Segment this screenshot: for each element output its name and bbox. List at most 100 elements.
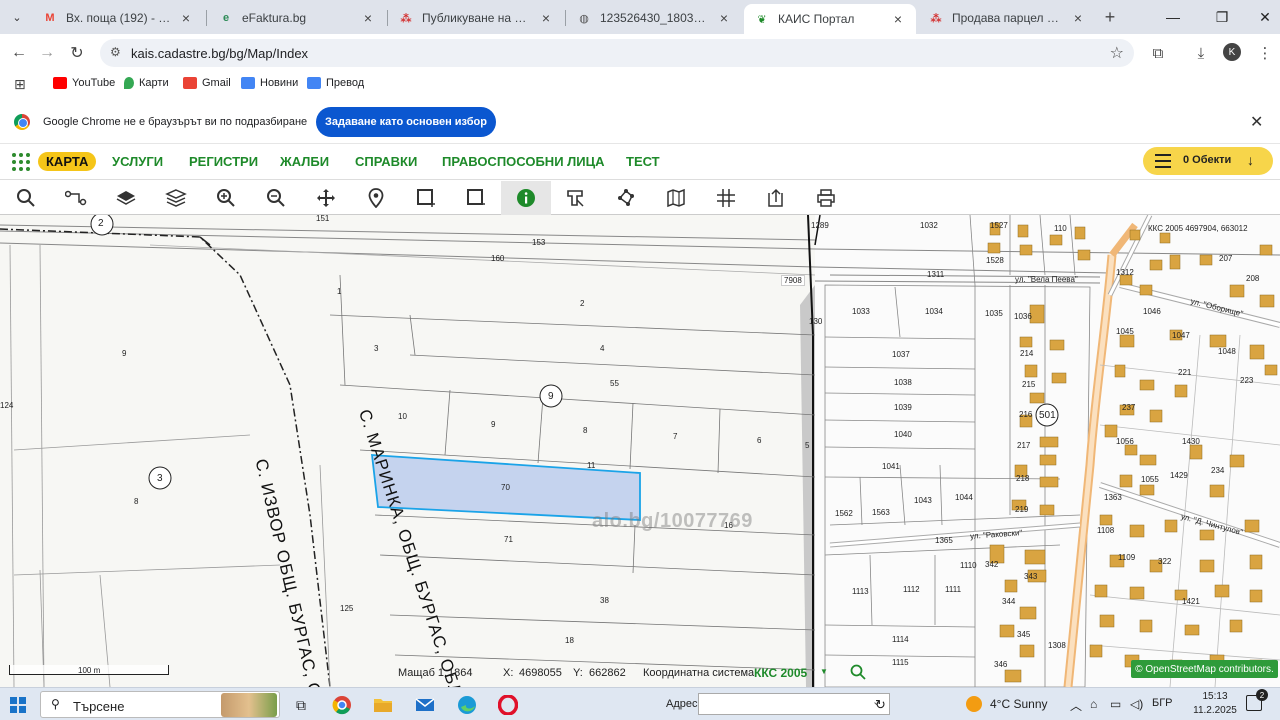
tab-kais[interactable]: ❦ КАИС Портал × (744, 4, 916, 34)
tab-search-icon[interactable]: ⌄ (6, 6, 28, 28)
scale-value[interactable]: 1864 (448, 667, 472, 679)
news-icon (241, 77, 255, 89)
bookmark-translate[interactable]: Превод (307, 77, 364, 89)
new-tab-button[interactable]: + (1100, 6, 1120, 28)
taskbar-search[interactable]: ⚲ Търсене (40, 691, 280, 718)
download-arrow-icon: ↓ (1247, 152, 1254, 168)
pan-icon[interactable] (301, 181, 351, 215)
tab-alo-publish[interactable]: ⁂ Публикуване на обява - ! × (388, 4, 564, 32)
cadastral-map[interactable]: 2 9 3 501 151 153 160 1 2 3 4 55 9 10 8 … (0, 215, 1280, 687)
menu-test[interactable]: ТЕСТ (626, 154, 660, 169)
layers-icon[interactable] (101, 181, 151, 215)
parcel-label: 1363 (1104, 493, 1122, 502)
menu-licensed-persons[interactable]: ПРАВОСПОСОБНИ ЛИЦА (442, 154, 605, 169)
set-default-button[interactable]: Задаване като основен избор (316, 107, 496, 137)
youtube-icon (53, 77, 67, 89)
chrome-icon[interactable] (329, 692, 355, 718)
polygon-icon[interactable] (601, 181, 651, 215)
forward-button[interactable]: → (36, 42, 58, 64)
osm-attribution[interactable]: © OpenStreetMap contributors. (1131, 660, 1278, 678)
extensions-icon[interactable]: ⧉ (1147, 42, 1169, 64)
close-icon[interactable]: × (360, 10, 376, 26)
restore-button[interactable]: ❐ (1207, 6, 1237, 28)
select-area-icon[interactable] (451, 181, 501, 215)
select-rect-icon[interactable] (401, 181, 451, 215)
parcel-label: 11 (587, 461, 596, 470)
clock[interactable]: 15:13 11.2.2025 г. (1190, 690, 1240, 720)
tab-alo-sale[interactable]: ⁂ Продава парцел в с. Мар × (918, 4, 1096, 32)
parcel-label-highlighted[interactable]: 70 (501, 483, 510, 492)
close-icon[interactable]: × (716, 10, 732, 26)
task-view-icon[interactable]: ⧉ (288, 692, 314, 718)
chevron-up-icon[interactable]: ︿ (1070, 697, 1082, 714)
street-label: ул. "Вела Пеева" (1015, 275, 1078, 284)
profile-avatar[interactable]: K (1223, 43, 1241, 61)
export-icon[interactable] (751, 181, 801, 215)
route-icon[interactable] (51, 181, 101, 215)
crs-select[interactable]: ККС 2005 (754, 666, 807, 680)
file-explorer-icon[interactable] (370, 692, 396, 718)
menu-grid-icon[interactable] (12, 153, 30, 171)
info-icon[interactable] (501, 181, 551, 215)
tab-gmail[interactable]: M Вх. поща (192) - ruschevi.g × (32, 4, 204, 32)
parcel-label: 1056 (1116, 437, 1134, 446)
weather-sun-icon[interactable] (966, 696, 982, 712)
close-icon[interactable]: × (1070, 10, 1086, 26)
print-icon[interactable] (801, 181, 851, 215)
location-pin-icon[interactable] (351, 181, 401, 215)
bookmark-gmail[interactable]: Gmail (183, 77, 231, 89)
measure-icon[interactable] (551, 181, 601, 215)
menu-services[interactable]: УСЛУГИ (112, 154, 163, 169)
tab-efaktura[interactable]: e eFaktura.bg × (208, 4, 386, 32)
parcel-label: 1037 (892, 350, 910, 359)
objects-button[interactable]: 0 Обекти ↓ (1143, 147, 1273, 175)
volume-icon[interactable]: ◁) (1130, 697, 1143, 711)
close-window-button[interactable]: ✕ (1250, 6, 1280, 28)
site-info-icon[interactable]: ⚙ (110, 45, 121, 59)
map-book-icon[interactable] (651, 181, 701, 215)
language-indicator[interactable]: БГР (1152, 697, 1173, 709)
edge-icon[interactable] (454, 692, 480, 718)
close-icon[interactable]: × (890, 11, 906, 27)
network-icon[interactable]: ▭ (1110, 697, 1121, 711)
search-icon[interactable] (850, 664, 866, 683)
address-bar[interactable]: ⚙ kais.cadastre.bg/bg/Map/Index ☆ (100, 39, 1134, 67)
meet-now-icon[interactable]: ⌂ (1090, 697, 1097, 711)
parcel-label: 9 (491, 420, 496, 429)
opera-icon[interactable] (495, 692, 521, 718)
mail-icon[interactable] (412, 692, 438, 718)
menu-map[interactable]: КАРТА (38, 152, 97, 171)
bookmark-youtube[interactable]: YouTube (53, 77, 115, 89)
close-icon[interactable]: ✕ (1250, 112, 1263, 132)
search-icon[interactable] (1, 181, 51, 215)
parcel-label: 217 (1017, 441, 1031, 450)
zoom-out-icon[interactable] (251, 181, 301, 215)
layers-stack-icon[interactable] (151, 181, 201, 215)
tab-pdf[interactable]: ◍ 123526430_1803575184.p × (566, 4, 742, 32)
bookmark-news[interactable]: Новини (241, 77, 298, 89)
close-icon[interactable]: × (178, 10, 194, 26)
taskbar-address-input[interactable] (698, 693, 890, 715)
chevron-down-icon[interactable]: ▼ (820, 667, 830, 679)
zoom-in-icon[interactable] (201, 181, 251, 215)
menu-kebab-icon[interactable]: ⋮ (1254, 42, 1276, 64)
map-canvas[interactable] (0, 215, 1280, 687)
alo-icon: ⁂ (400, 12, 412, 25)
apps-grid-icon[interactable]: ⊞ (14, 76, 26, 93)
address-url[interactable]: kais.cadastre.bg/bg/Map/Index (131, 46, 308, 61)
menu-registers[interactable]: РЕГИСТРИ (189, 154, 258, 169)
back-button[interactable]: ← (8, 42, 30, 64)
bookmark-maps[interactable]: Карти (124, 77, 169, 89)
bookmark-star-icon[interactable]: ☆ (1110, 43, 1124, 63)
parcel-label: 1038 (894, 378, 912, 387)
menu-references[interactable]: СПРАВКИ (355, 154, 417, 169)
windows-start-icon[interactable] (10, 697, 26, 713)
reload-button[interactable]: ↻ (66, 42, 88, 64)
minimize-button[interactable]: — (1158, 6, 1188, 28)
grid-icon[interactable] (701, 181, 751, 215)
close-icon[interactable]: × (538, 10, 554, 26)
refresh-icon[interactable]: ↻ (875, 697, 886, 713)
parcel-label: 6 (757, 436, 762, 445)
menu-complaints[interactable]: ЖАЛБИ (280, 154, 329, 169)
downloads-icon[interactable]: ⤓ (1190, 42, 1212, 64)
